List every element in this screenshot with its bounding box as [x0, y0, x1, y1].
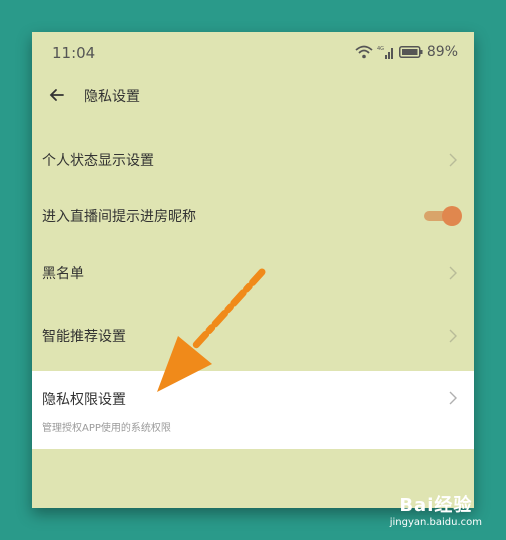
watermark: Bai经验 jingyan.baidu.com	[390, 491, 482, 528]
watermark-logo: Bai经验	[399, 495, 473, 516]
annotation-arrow-icon	[157, 268, 266, 392]
watermark-url: jingyan.baidu.com	[389, 517, 482, 528]
